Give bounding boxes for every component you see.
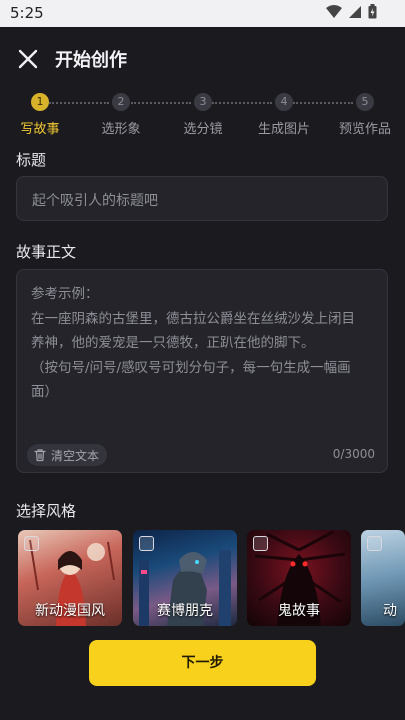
- trash-icon: [34, 449, 46, 462]
- page-title: 开始创作: [55, 50, 127, 71]
- placeholder-line: 面）: [31, 384, 58, 400]
- step-label: 选分镜: [183, 122, 223, 137]
- story-text-area[interactable]: 参考示例： 在一座阴森的古堡里，德古拉公爵坐在丝绒沙发上闭目 养神，他的爱宠是一…: [16, 269, 388, 473]
- step-label: 预览作品: [338, 122, 391, 137]
- style-name: 鬼故事: [278, 603, 320, 619]
- style-name: 动: [383, 603, 397, 619]
- style-name: 赛博朋克: [157, 603, 213, 619]
- style-card-ghost-story[interactable]: 鬼故事: [247, 530, 351, 626]
- placeholder-line: 在一座阴森的古堡里，德古拉公爵坐在丝绒沙发上闭目: [31, 310, 355, 327]
- story-section-label: 故事正文: [16, 243, 77, 261]
- step-label: 生成图片: [257, 122, 310, 137]
- clear-text-button[interactable]: 清空文本: [27, 444, 108, 466]
- step-preview-work: 5 预览作品: [330, 90, 400, 137]
- title-section-label: 标题: [16, 151, 47, 169]
- battery-icon: [368, 4, 377, 19]
- progress-stepper: 1 写故事 2 选形象 3 选分镜 4 生成图片 5 预览作品: [0, 90, 405, 140]
- title-placeholder: 起个吸引人的标题吧: [32, 193, 158, 209]
- close-icon[interactable]: [16, 47, 40, 71]
- status-icons: [326, 4, 377, 19]
- style-card-new-anime-guofeng[interactable]: 新动漫国风: [18, 530, 122, 626]
- step-number: 4: [275, 93, 293, 111]
- status-bar: 5:25: [0, 0, 405, 27]
- step-write-story: 1 写故事: [5, 90, 75, 137]
- cellular-signal-icon: [349, 5, 361, 18]
- style-checkbox[interactable]: [24, 536, 39, 551]
- style-card-partial[interactable]: 动: [361, 530, 405, 626]
- step-number: 1: [31, 93, 49, 111]
- step-number: 3: [194, 93, 212, 111]
- header: 开始创作: [0, 27, 405, 89]
- style-checkbox[interactable]: [367, 536, 382, 551]
- story-placeholder: 参考示例： 在一座阴森的古堡里，德古拉公爵坐在丝绒沙发上闭目 养神，他的爱宠是一…: [31, 282, 375, 405]
- step-label: 写故事: [20, 122, 60, 137]
- placeholder-line: （按句号/问号/感叹号可划分句子，每一句生成一幅画: [31, 359, 351, 376]
- step-select-storyboard: 3 选分镜: [168, 90, 238, 137]
- step-select-character: 2 选形象: [86, 90, 156, 137]
- step-label: 选形象: [101, 122, 141, 137]
- style-name: 新动漫国风: [35, 603, 105, 619]
- title-input[interactable]: 起个吸引人的标题吧: [16, 176, 388, 221]
- step-number: 5: [356, 93, 374, 111]
- style-checkbox[interactable]: [253, 536, 268, 551]
- style-checkbox[interactable]: [139, 536, 154, 551]
- style-card-cyberpunk[interactable]: 赛博朋克: [133, 530, 237, 626]
- step-generate-images: 4 生成图片: [249, 90, 319, 137]
- placeholder-line: 养神，他的爱宠是一只德牧，正趴在他的脚下。: [31, 335, 315, 351]
- character-counter: 0/3000: [332, 447, 375, 461]
- status-time: 5:25: [10, 4, 44, 22]
- step-number: 2: [112, 93, 130, 111]
- placeholder-line: 参考示例：: [31, 286, 99, 302]
- next-step-button[interactable]: 下一步: [89, 640, 316, 686]
- clear-text-label: 清空文本: [51, 448, 100, 463]
- wifi-icon: [326, 4, 342, 18]
- style-section-label: 选择风格: [16, 502, 77, 520]
- style-carousel[interactable]: 新动漫国风 赛博朋克 鬼故事 动: [18, 530, 405, 626]
